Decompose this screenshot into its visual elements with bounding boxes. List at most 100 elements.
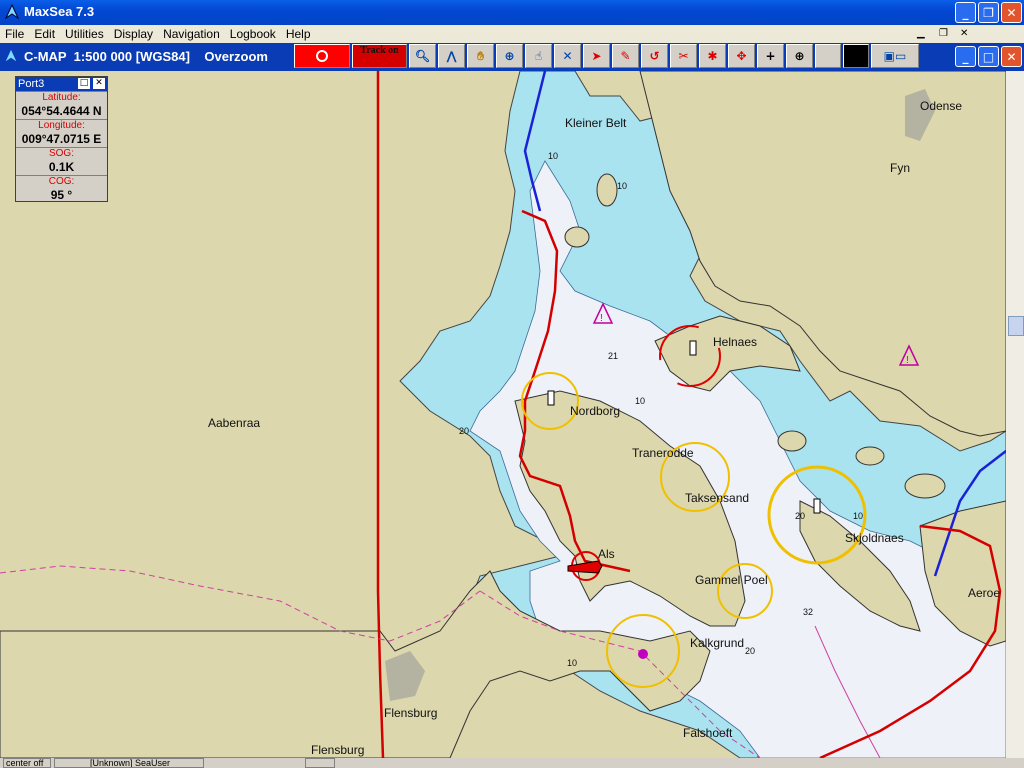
label-tranerodde: Tranerodde bbox=[632, 446, 694, 460]
range-bearing-icon[interactable]: ✕ bbox=[554, 44, 581, 68]
move-icon[interactable]: ✥ bbox=[728, 44, 755, 68]
maxsea-app-icon bbox=[4, 4, 20, 20]
label-gammel-poel: Gammel Poel bbox=[695, 573, 768, 587]
chart-minimize-button[interactable]: _ bbox=[955, 46, 976, 67]
islet-5 bbox=[904, 473, 946, 499]
depth-32: 32 bbox=[803, 607, 814, 617]
cog-row: COG: 95 ° bbox=[16, 175, 107, 203]
longitude-value: 009°47.0715 E bbox=[21, 132, 102, 146]
select-arrow-icon[interactable]: ➤ bbox=[583, 44, 610, 68]
longitude-label: Longitude: bbox=[38, 120, 85, 131]
latitude-value: 054°54.4644 N bbox=[21, 104, 102, 118]
compass-icon[interactable]: ⋀ bbox=[438, 44, 465, 68]
label-aabenraa: Aabenraa bbox=[208, 416, 261, 430]
menu-help[interactable]: Help bbox=[281, 25, 316, 43]
zoom-icon[interactable]: 🔍︎ bbox=[409, 44, 436, 68]
pan-hand-icon[interactable]: ✋︎ bbox=[467, 44, 494, 68]
screen-layout-icon[interactable]: ▣▭ bbox=[871, 44, 919, 68]
mdi-close-icon[interactable]: ✕ bbox=[955, 25, 973, 43]
label-flensburg: Flensburg bbox=[384, 706, 438, 720]
sog-value: 0.1K bbox=[48, 160, 75, 174]
menu-bar: File Edit Utilities Display Navigation Logboo… bbox=[0, 25, 1024, 43]
track-on-button[interactable]: Track on bbox=[352, 44, 407, 68]
islet-1 bbox=[596, 173, 618, 207]
status-icons[interactable] bbox=[305, 758, 335, 768]
chart-close-button[interactable]: ✕ bbox=[1001, 46, 1022, 67]
port-panel-minimize-button[interactable]: □ bbox=[78, 78, 90, 89]
port-info-panel[interactable]: Port3 □ ✕ Latitude: 054°54.4644 N Longit… bbox=[15, 76, 108, 202]
lighthouse-nordborg bbox=[547, 390, 555, 406]
label-kalkgrund: Kalkgrund bbox=[690, 636, 745, 650]
chart-scale-info: C-MAP 1:500 000 [WGS84] Overzoom bbox=[24, 49, 268, 64]
port-panel-header[interactable]: Port3 □ ✕ bbox=[16, 77, 107, 91]
center-status[interactable]: center off bbox=[3, 758, 51, 768]
label-taksensand: Taksensand bbox=[685, 491, 750, 505]
cog-label: COG: bbox=[48, 176, 75, 187]
pointer-hand-icon[interactable]: ☝︎ bbox=[525, 44, 552, 68]
depth-21: 21 bbox=[608, 351, 619, 361]
depth-20: 20 bbox=[459, 426, 470, 436]
mdi-restore-icon[interactable]: ❐ bbox=[934, 25, 953, 43]
menu-edit[interactable]: Edit bbox=[29, 25, 60, 43]
lighthouse-helnaes bbox=[689, 340, 697, 356]
close-button[interactable]: ✕ bbox=[1001, 2, 1022, 23]
sog-row: SOG: 0.1K bbox=[16, 147, 107, 175]
lighthouse-skjoldnaes bbox=[813, 498, 821, 514]
vertical-scrollbar[interactable] bbox=[1006, 71, 1024, 758]
nautical-chart[interactable]: ! ! Kleiner Belt Odense Fyn Helnaes Nord… bbox=[0, 71, 1006, 758]
chart-toolbar: C-MAP 1:500 000 [WGS84] Overzoom Track o… bbox=[0, 43, 1024, 71]
title-bar: MaxSea 7.3 _ ❐ ✕ bbox=[0, 0, 1024, 25]
record-button[interactable] bbox=[294, 44, 350, 68]
depth-10: 10 bbox=[548, 151, 559, 161]
islet-2 bbox=[564, 226, 590, 248]
restore-button[interactable]: ❐ bbox=[978, 2, 999, 23]
crosshair-icon[interactable]: ⊕ bbox=[496, 44, 523, 68]
target-icon[interactable]: ⊕ bbox=[786, 44, 813, 68]
blank-tool[interactable] bbox=[815, 44, 841, 68]
latitude-row: Latitude: 054°54.4644 N bbox=[16, 91, 107, 119]
depth-10: 10 bbox=[853, 511, 864, 521]
menu-navigation[interactable]: Navigation bbox=[158, 25, 225, 43]
chart-maximize-button[interactable]: □ bbox=[978, 46, 999, 67]
svg-text:!: ! bbox=[906, 355, 909, 366]
window-title: MaxSea 7.3 bbox=[24, 4, 95, 19]
label-flensburg-lower: Flensburg bbox=[311, 743, 365, 757]
user-status: [Unknown] SeaUser bbox=[54, 758, 204, 768]
depth-10: 10 bbox=[617, 181, 628, 191]
minimize-button[interactable]: _ bbox=[955, 2, 976, 23]
plus-icon[interactable]: + bbox=[757, 44, 784, 68]
menu-file[interactable]: File bbox=[0, 25, 29, 43]
mdi-minimize-icon[interactable]: ▁ bbox=[912, 25, 930, 43]
label-skjoldnaes: Skjoldnaes bbox=[845, 531, 904, 545]
pencil-icon[interactable]: ✎ bbox=[612, 44, 639, 68]
islet-3 bbox=[777, 430, 807, 452]
menu-display[interactable]: Display bbox=[109, 25, 158, 43]
status-bar: center off [Unknown] SeaUser bbox=[0, 758, 1024, 768]
cog-value: 95 ° bbox=[50, 188, 73, 202]
label-odense: Odense bbox=[920, 99, 963, 113]
scissors-icon[interactable]: ✂ bbox=[670, 44, 697, 68]
latitude-label: Latitude: bbox=[42, 92, 81, 103]
menu-utilities[interactable]: Utilities bbox=[60, 25, 109, 43]
svg-text:!: ! bbox=[600, 313, 603, 324]
label-kleiner-belt: Kleiner Belt bbox=[565, 116, 627, 130]
longitude-row: Longitude: 009°47.0715 E bbox=[16, 119, 107, 147]
chart-drawing: ! ! bbox=[0, 71, 1006, 758]
label-nordborg: Nordborg bbox=[570, 404, 621, 418]
depth-10: 10 bbox=[635, 396, 646, 406]
record-icon bbox=[316, 50, 328, 62]
rotate-icon[interactable]: ↺ bbox=[641, 44, 668, 68]
color-swatch[interactable] bbox=[843, 44, 869, 68]
label-als: Als bbox=[598, 547, 615, 561]
menu-logbook[interactable]: Logbook bbox=[225, 25, 281, 43]
islet-4 bbox=[855, 446, 885, 466]
port-panel-title: Port3 bbox=[18, 78, 45, 90]
label-helnaes: Helnaes bbox=[713, 335, 758, 349]
depth-20: 20 bbox=[795, 511, 806, 521]
depth-20: 20 bbox=[745, 646, 756, 656]
lighthouse-kalkgrund bbox=[638, 649, 648, 659]
depth-10: 10 bbox=[567, 658, 578, 668]
port-panel-close-button[interactable]: ✕ bbox=[93, 78, 105, 89]
route-tool-icon[interactable]: ✱ bbox=[699, 44, 726, 68]
scrollbar-thumb[interactable] bbox=[1008, 316, 1024, 336]
